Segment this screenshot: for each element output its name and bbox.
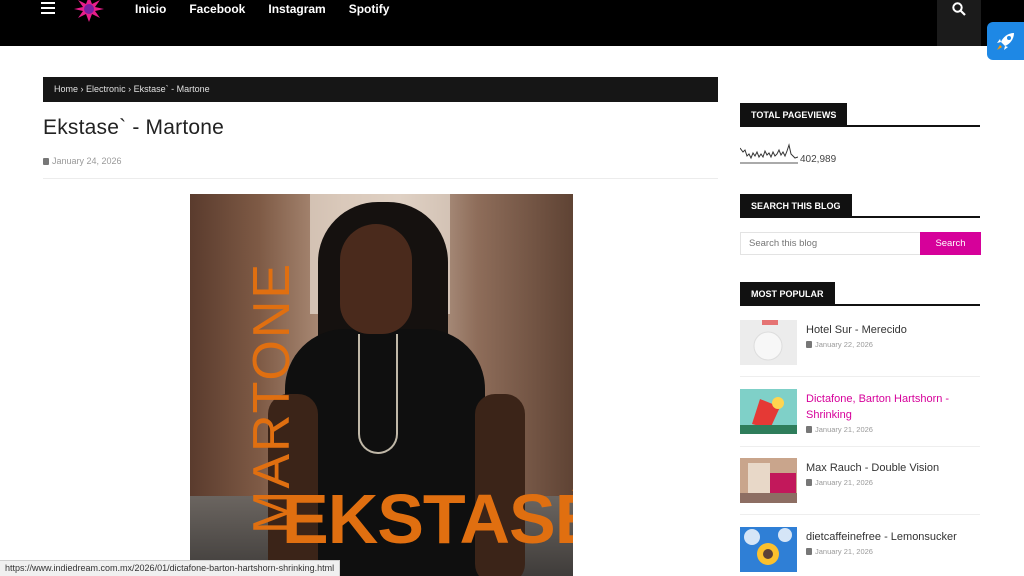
divider (43, 178, 718, 179)
rocket-icon (997, 33, 1014, 50)
nav-facebook[interactable]: Facebook (189, 2, 245, 16)
nav-instagram[interactable]: Instagram (268, 2, 325, 16)
calendar-icon (806, 479, 812, 486)
pageviews-heading: TOTAL PAGEVIEWS (740, 103, 848, 127)
cover-artist-text: MARTONE (243, 261, 301, 534)
top-navbar: Inicio Facebook Instagram Spotify (0, 0, 1024, 46)
popular-item-title[interactable]: Max Rauch - Double Vision (806, 460, 976, 476)
popular-thumbnail[interactable] (740, 389, 797, 434)
header-search-button[interactable] (937, 0, 981, 46)
pageviews-widget-header: TOTAL PAGEVIEWS (740, 103, 980, 127)
divider (740, 446, 980, 447)
popular-item-date: January 22, 2026 (806, 340, 873, 349)
calendar-icon (806, 341, 812, 348)
breadcrumb-category[interactable]: Electronic (86, 84, 126, 94)
calendar-icon (806, 426, 812, 433)
breadcrumb-current: Ekstase` - Martone (133, 84, 210, 94)
blog-search-input[interactable] (740, 232, 921, 255)
cover-title-text: EKSTASÉ (282, 480, 573, 558)
popular-item-date: January 21, 2026 (806, 547, 873, 556)
main-nav: Inicio Facebook Instagram Spotify (135, 2, 412, 16)
breadcrumb: Home › Electronic › Ekstase` - Martone (43, 77, 718, 102)
breadcrumb-separator: › (80, 84, 84, 94)
popular-item-title[interactable]: dietcaffeinefree - Lemonsucker (806, 529, 976, 545)
pageviews-sparkline (740, 142, 798, 164)
nav-inicio[interactable]: Inicio (135, 2, 166, 16)
post-date-text: January 24, 2026 (52, 156, 122, 166)
calendar-icon (43, 158, 49, 165)
blog-search-button[interactable]: Search (920, 232, 981, 255)
link-status-bar: https://www.indiedream.com.mx/2026/01/di… (0, 560, 341, 576)
popular-thumbnail[interactable] (740, 527, 797, 572)
popular-thumbnail[interactable] (740, 458, 797, 503)
divider (740, 514, 980, 515)
breadcrumb-separator: › (128, 84, 132, 94)
post-title: Ekstase` - Martone (43, 116, 224, 139)
divider (740, 376, 980, 377)
nav-spotify[interactable]: Spotify (349, 2, 390, 16)
search-heading: SEARCH THIS BLOG (740, 194, 852, 218)
rocket-extension-button[interactable] (987, 22, 1024, 60)
menu-icon[interactable] (41, 2, 55, 16)
search-icon (952, 2, 966, 16)
popular-thumbnail[interactable] (740, 320, 797, 365)
popular-heading: MOST POPULAR (740, 282, 835, 306)
cover-face (340, 224, 412, 334)
popular-item-date: January 21, 2026 (806, 425, 873, 434)
search-widget-header: SEARCH THIS BLOG (740, 194, 980, 218)
album-cover-image[interactable]: MARTONE EKSTASÉ (190, 194, 573, 576)
popular-item-title[interactable]: Hotel Sur - Merecido (806, 322, 976, 338)
calendar-icon (806, 548, 812, 555)
pageviews-count: 402,989 (800, 154, 837, 165)
popular-widget-header: MOST POPULAR (740, 282, 980, 306)
popular-item-date: January 21, 2026 (806, 478, 873, 487)
site-logo[interactable] (74, 0, 104, 22)
popular-item-title[interactable]: Dictafone, Barton Hartshorn - Shrinking (806, 391, 976, 423)
post-date: January 24, 2026 (43, 156, 122, 166)
breadcrumb-home[interactable]: Home (54, 84, 78, 94)
cover-chain (358, 334, 398, 454)
